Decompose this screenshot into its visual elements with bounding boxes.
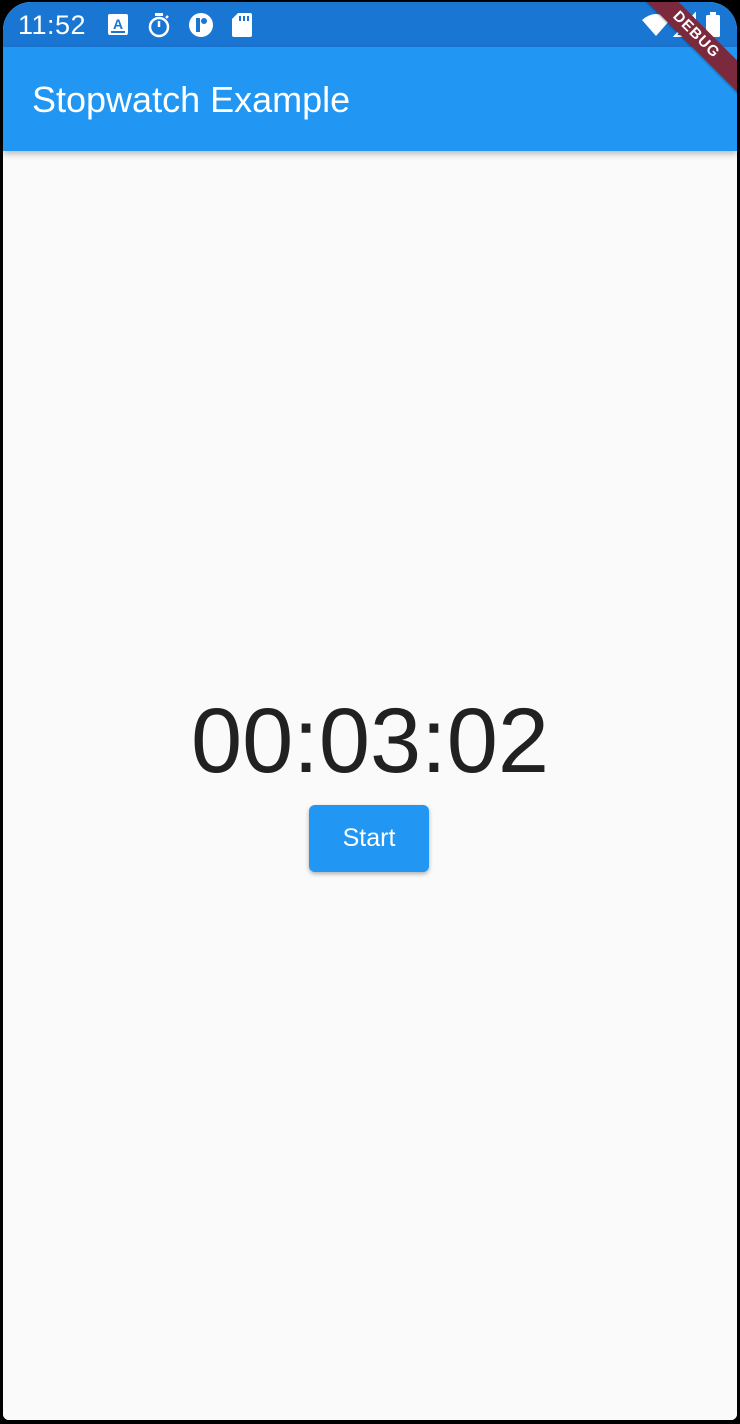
stopwatch-body: 00:03:02 Start	[3, 151, 737, 1420]
app-bar: Stopwatch Example	[3, 47, 737, 151]
device-frame: 11:52 A Stopwatch Example 00:03:02 Start…	[0, 0, 740, 1424]
start-button[interactable]: Start	[309, 805, 429, 872]
status-time: 11:52	[18, 10, 87, 40]
mastodon-icon	[189, 13, 213, 37]
screen: 11:52 A Stopwatch Example 00:03:02 Start…	[3, 2, 737, 1420]
elapsed-time-display: 00:03:02	[190, 690, 550, 792]
status-bar: 11:52 A	[3, 2, 737, 47]
svg-text:A: A	[113, 16, 123, 32]
app-title: Stopwatch Example	[32, 79, 351, 120]
timer-icon	[148, 13, 170, 38]
sd-card-icon	[232, 13, 252, 37]
a-box-icon: A	[108, 14, 128, 35]
